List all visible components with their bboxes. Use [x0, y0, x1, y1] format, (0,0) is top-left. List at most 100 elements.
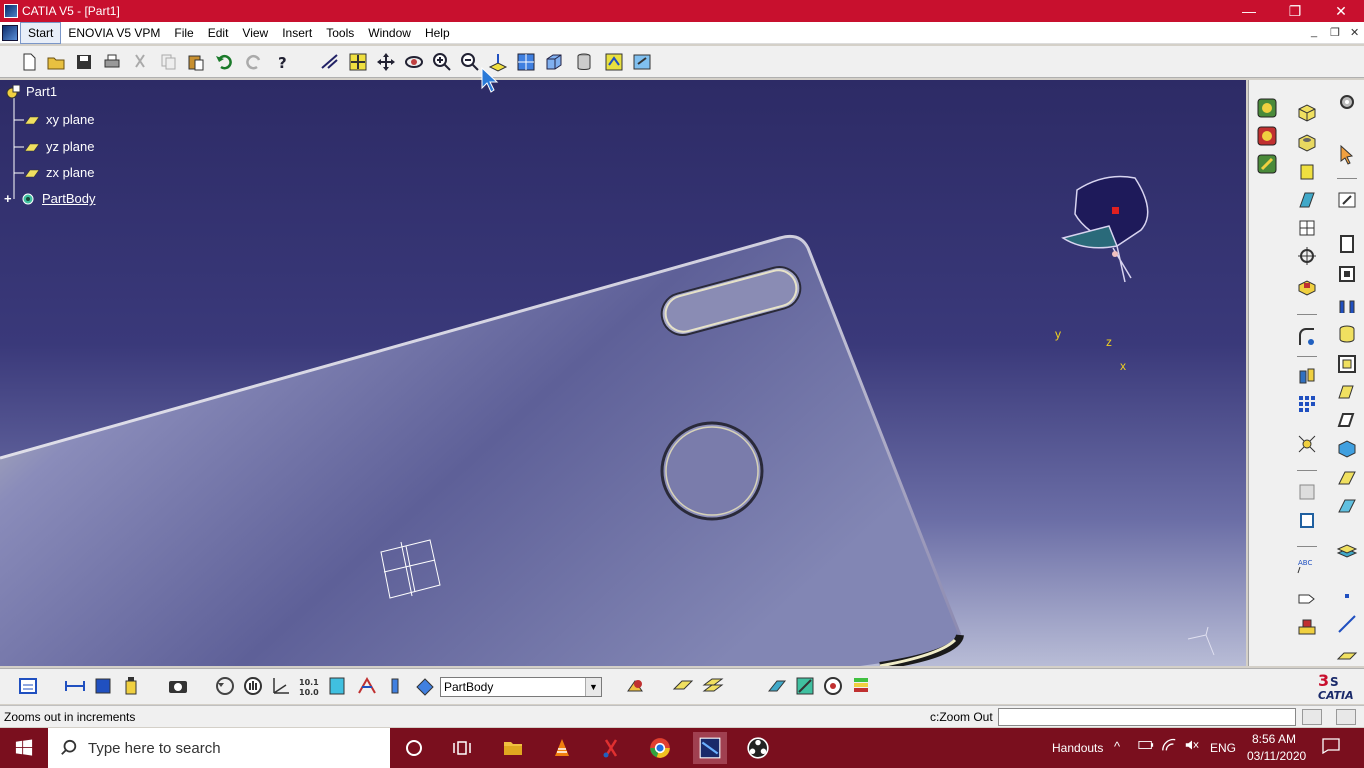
publication-icon[interactable]: [623, 674, 647, 698]
point-icon[interactable]: [1335, 584, 1359, 608]
manipulate-hand-icon[interactable]: [241, 674, 265, 698]
constraint-icon[interactable]: [1335, 262, 1359, 286]
cut-icon[interactable]: [129, 51, 151, 73]
battery-icon[interactable]: [1138, 738, 1154, 755]
whats-this-icon[interactable]: ?: [273, 51, 295, 73]
doc-minimize-button[interactable]: _: [1311, 26, 1317, 38]
notification-center-icon[interactable]: [1322, 738, 1340, 757]
doc-restore-button[interactable]: ❐: [1330, 26, 1340, 39]
curvature-analysis-icon[interactable]: [821, 674, 845, 698]
menu-start[interactable]: Start: [20, 21, 62, 44]
remove-face-icon[interactable]: [1335, 466, 1359, 490]
tree-node-zx-plane[interactable]: zx plane: [24, 165, 94, 180]
translation-icon[interactable]: [1295, 364, 1319, 388]
chevron-up-icon[interactable]: ^: [1114, 739, 1120, 754]
minimize-button[interactable]: —: [1226, 0, 1272, 22]
constraint-tool-icon[interactable]: [355, 674, 379, 698]
cortana-icon[interactable]: [398, 732, 430, 764]
replace-face-icon[interactable]: [1335, 494, 1359, 518]
menu-insert[interactable]: Insert: [275, 23, 319, 43]
redo-icon[interactable]: [243, 51, 265, 73]
apply-material-icon[interactable]: [383, 674, 407, 698]
sketch-edit-icon[interactable]: [1335, 188, 1359, 212]
scaling-icon[interactable]: [1295, 432, 1319, 456]
split-icon[interactable]: [1295, 480, 1319, 504]
swap-visible-space-icon[interactable]: [631, 51, 653, 73]
tree-node-partbody[interactable]: + PartBody: [4, 191, 95, 206]
rectangular-pattern-icon[interactable]: [1295, 392, 1319, 416]
annotation-text-icon[interactable]: ABC: [1295, 554, 1319, 578]
menu-help[interactable]: Help: [418, 23, 457, 43]
zoom-out-icon[interactable]: [459, 51, 481, 73]
undo-icon[interactable]: [213, 51, 235, 73]
pad-icon[interactable]: [1295, 100, 1319, 124]
catalog-browser-icon[interactable]: [325, 674, 349, 698]
stiffener-icon[interactable]: [1295, 216, 1319, 240]
tree-node-part1[interactable]: Part1: [4, 84, 57, 99]
select-products-icon[interactable]: [16, 674, 40, 698]
task-view-icon[interactable]: [446, 732, 478, 764]
reference-element-icon[interactable]: [1335, 232, 1359, 256]
menu-window[interactable]: Window: [361, 23, 418, 43]
flag-note-icon[interactable]: [1295, 584, 1319, 608]
maximize-button[interactable]: ❐: [1272, 0, 1318, 22]
cylinder-icon[interactable]: [1335, 322, 1359, 346]
doc-close-button[interactable]: ✕: [1350, 26, 1359, 39]
volume-muted-icon[interactable]: [1184, 738, 1200, 755]
axis-system-icon[interactable]: [1295, 244, 1319, 268]
line-icon[interactable]: [1335, 612, 1359, 636]
shaft-icon[interactable]: [1295, 160, 1319, 184]
language-indicator[interactable]: ENG: [1210, 741, 1236, 755]
axis-system-tool-icon[interactable]: [269, 674, 293, 698]
save-icon[interactable]: [73, 51, 95, 73]
capture-camera-icon[interactable]: [166, 674, 190, 698]
wifi-icon[interactable]: [1161, 738, 1177, 755]
menu-file[interactable]: File: [167, 23, 200, 43]
pocket-icon[interactable]: [1295, 130, 1319, 154]
zoom-in-icon[interactable]: [431, 51, 453, 73]
start-menu-icon[interactable]: [2, 25, 18, 41]
rotate-icon[interactable]: [403, 51, 425, 73]
open-icon[interactable]: [45, 51, 67, 73]
file-explorer-icon[interactable]: [497, 732, 529, 764]
measure-inertia-icon[interactable]: [119, 674, 143, 698]
partbody-combo[interactable]: PartBody ▼: [440, 677, 602, 697]
plane-tool-icon[interactable]: [1335, 642, 1359, 666]
pan-icon[interactable]: [375, 51, 397, 73]
power-input-button[interactable]: [1302, 709, 1322, 725]
thickness-analysis-icon[interactable]: [849, 674, 873, 698]
3d-annotation-icon[interactable]: [1295, 614, 1319, 638]
measure-item-icon[interactable]: [1335, 294, 1359, 318]
hole-icon[interactable]: [1295, 274, 1319, 298]
catia-taskbar-icon[interactable]: [693, 732, 727, 764]
print-icon[interactable]: [101, 51, 123, 73]
clock-time[interactable]: 8:56 AM: [1252, 732, 1296, 746]
gear-icon[interactable]: [1335, 90, 1359, 114]
update-all-icon[interactable]: [213, 674, 237, 698]
rib-icon[interactable]: [1295, 188, 1319, 212]
expand-icon[interactable]: +: [4, 191, 16, 206]
measure-item-tool-icon[interactable]: [91, 674, 115, 698]
windows-start-button[interactable]: [0, 728, 48, 768]
menu-edit[interactable]: Edit: [201, 23, 236, 43]
multi-view-icon[interactable]: [515, 51, 537, 73]
tree-node-yz-plane[interactable]: yz plane: [24, 139, 94, 154]
shell-icon[interactable]: [1335, 408, 1359, 432]
menu-enovia[interactable]: ENOVIA V5 VPM: [61, 23, 167, 43]
tree-node-xy-plane[interactable]: xy plane: [24, 112, 94, 127]
fit-all-in-icon[interactable]: [347, 51, 369, 73]
select-arrow-icon[interactable]: [1335, 142, 1359, 166]
box-frame-icon[interactable]: [1335, 352, 1359, 376]
hide-show-icon[interactable]: [603, 51, 625, 73]
draft-analysis-icon[interactable]: [793, 674, 817, 698]
cancel-command-button[interactable]: [1336, 709, 1356, 725]
chrome-icon[interactable]: [644, 732, 676, 764]
taskbar-search-box[interactable]: Type here to search: [48, 728, 390, 768]
sketch-analysis-icon[interactable]: [765, 674, 789, 698]
chevron-down-icon[interactable]: ▼: [585, 678, 601, 696]
edge-fillet-icon[interactable]: [1295, 326, 1319, 350]
draft-icon[interactable]: [1335, 380, 1359, 404]
isometric-view-icon[interactable]: [543, 51, 565, 73]
measure-value-icon[interactable]: 10.1 10.0: [297, 674, 321, 698]
snipping-tool-icon[interactable]: [595, 732, 627, 764]
